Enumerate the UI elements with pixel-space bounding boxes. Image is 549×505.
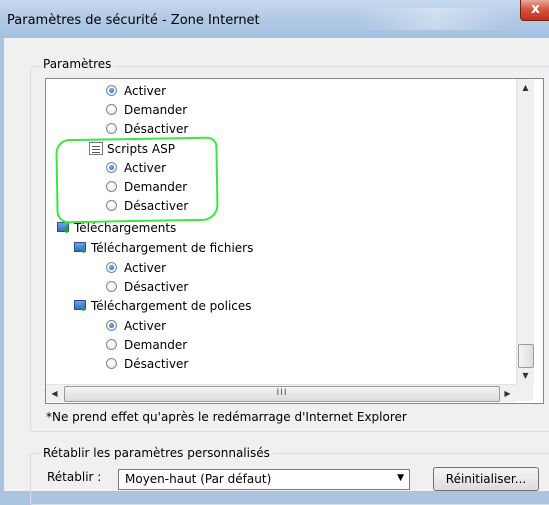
selected-level: Moyen-haut (Par défaut) — [125, 472, 272, 486]
scroll-up-icon[interactable]: ▲ — [517, 79, 534, 96]
scrollbar-corner — [516, 384, 533, 401]
reset-group-label: Rétablir les paramètres personnalisés — [40, 446, 273, 460]
vertical-scrollbar[interactable]: ▲ ▼ — [516, 79, 534, 384]
close-button[interactable]: x — [520, 0, 549, 21]
radio-button[interactable] — [106, 262, 117, 273]
green-highlight-annotation — [55, 136, 219, 224]
vertical-scroll-thumb[interactable] — [518, 344, 534, 368]
security-level-select[interactable]: Moyen-haut (Par défaut) ▼ — [118, 469, 410, 490]
settings-tree[interactable]: Activer Demander Désactiver Scripts ASP … — [45, 78, 544, 404]
restart-note: *Ne prend effet qu'après le redémarrage … — [46, 410, 407, 424]
chevron-down-icon: ▼ — [397, 473, 404, 483]
download-icon: ↓ — [73, 298, 89, 314]
radio-button[interactable] — [106, 339, 117, 350]
scroll-right-icon[interactable]: ▶ — [499, 385, 516, 402]
radio-button[interactable] — [106, 85, 117, 96]
scroll-left-icon[interactable]: ◀ — [46, 385, 63, 402]
close-icon: x — [531, 1, 541, 17]
window-title: Paramètres de sécurité - Zone Internet — [7, 13, 260, 28]
radio-button[interactable] — [106, 358, 117, 369]
settings-group-label: Paramètres — [40, 57, 115, 71]
horizontal-scroll-thumb[interactable]: III — [64, 386, 500, 402]
download-icon: ↓ — [73, 240, 89, 256]
reset-label: Rétablir : — [47, 470, 102, 484]
horizontal-scrollbar[interactable]: ◀ III ▶ — [46, 384, 516, 402]
scroll-down-icon[interactable]: ▼ — [517, 367, 534, 384]
radio-button[interactable] — [106, 123, 117, 134]
reset-button[interactable]: Réinitialiser... — [433, 467, 539, 491]
radio-button[interactable] — [106, 104, 117, 115]
title-bar: Paramètres de sécurité - Zone Internet x — [0, 0, 549, 38]
title-bar-glass — [360, 8, 510, 30]
radio-button[interactable] — [106, 281, 117, 292]
radio-button[interactable] — [106, 320, 117, 331]
